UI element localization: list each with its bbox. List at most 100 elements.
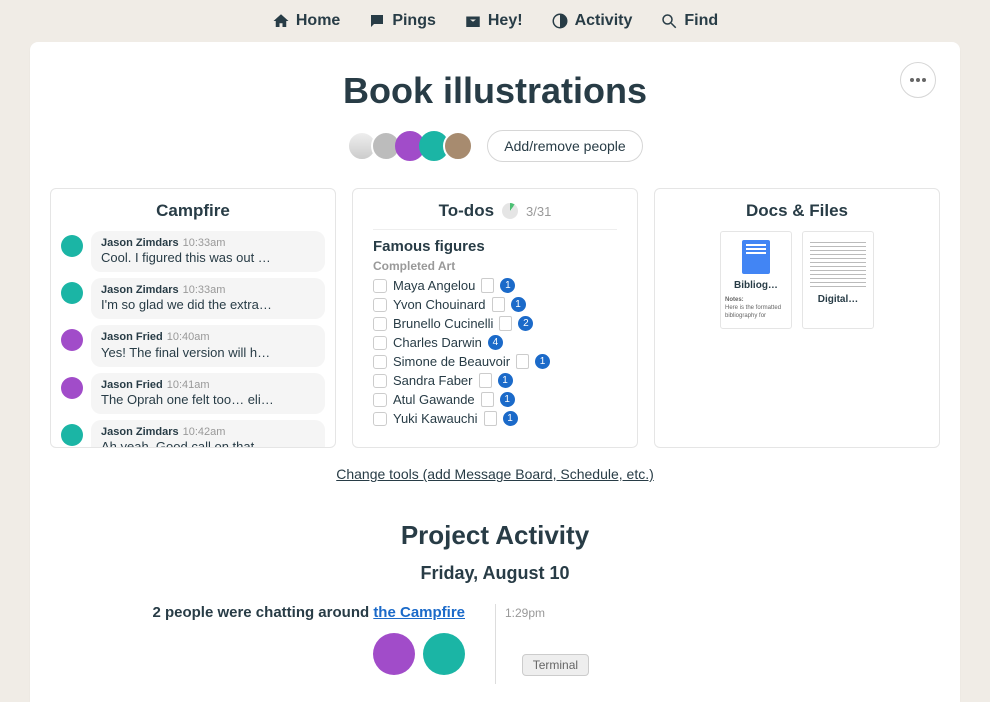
chat-time: 10:42am [183,426,226,438]
checkbox[interactable] [373,355,387,369]
comment-count-badge: 1 [500,278,515,293]
todo-item[interactable]: Charles Darwin 4 [373,333,617,352]
todos-title: To-dos [439,201,494,221]
menu-button[interactable] [900,62,936,98]
campfire-messages: Jason Zimdars10:33amCool. I figured this… [51,231,335,448]
todo-name: Yvon Chouinard [393,297,486,312]
todo-name: Sandra Faber [393,373,473,388]
ellipsis-icon [916,78,920,82]
avatar[interactable] [373,633,415,675]
doc-title: Digital… [807,294,869,305]
chat-author: Jason Fried [101,379,163,391]
doc-attachment-icon [484,411,497,426]
todo-item[interactable]: Simone de Beauvoir1 [373,352,617,371]
nav-home-label: Home [296,12,340,30]
chat-body: Jason Fried10:40amYes! The final version… [91,325,325,366]
checkbox[interactable] [373,279,387,293]
todo-list: Maya Angelou1Yvon Chouinard1Brunello Cuc… [373,276,617,428]
comment-count-badge: 2 [518,316,533,331]
todo-item[interactable]: Yuki Kawauchi1 [373,409,617,428]
top-nav: Home Pings Hey! Activity Find [0,0,990,42]
nav-find[interactable]: Find [660,12,718,30]
todo-item[interactable]: Sandra Faber1 [373,371,617,390]
activity-campfire-link[interactable]: the Campfire [373,604,465,621]
todo-item[interactable]: Maya Angelou 1 [373,276,617,295]
chat-body: Jason Zimdars10:33amI'm so glad we did t… [91,278,325,319]
todo-item[interactable]: Yvon Chouinard1 [373,295,617,314]
chat-time: 10:41am [167,379,210,391]
hey-icon [464,12,482,30]
todo-item[interactable]: Atul Gawande 1 [373,390,617,409]
progress-pie-icon [502,203,518,219]
nav-find-label: Find [684,12,718,30]
nav-home[interactable]: Home [272,12,340,30]
todos-section-title: Famous figures [373,238,617,255]
chat-message[interactable]: Jason Zimdars10:33amCool. I figured this… [51,231,335,278]
chat-author: Jason Fried [101,331,163,343]
todo-name: Brunello Cucinelli [393,316,493,331]
change-tools-row: Change tools (add Message Board, Schedul… [50,466,940,482]
todo-item[interactable]: Brunello Cucinelli 2 [373,314,617,333]
chat-time: 10:33am [183,237,226,249]
chat-text: Yes! The final version will h… [101,345,315,362]
todos-header: To-dos 3/31 [373,189,617,230]
doc-attachment-icon [481,392,494,407]
chat-message[interactable]: Jason Zimdars10:33amI'm so glad we did t… [51,278,335,325]
terminal-label: Terminal [522,654,589,676]
docs-panel[interactable]: Docs & Files Bibliog… Notes: Here is the… [654,188,940,448]
avatar[interactable] [423,633,465,675]
checkbox[interactable] [373,317,387,331]
activity-entry: 2 people were chatting around the Campfi… [50,604,940,675]
activity-avatars [50,633,465,675]
change-tools-link[interactable]: Change tools (add Message Board, Schedul… [336,466,654,482]
nav-activity-label: Activity [575,12,633,30]
doc-attachment-icon [516,354,529,369]
docs-title: Docs & Files [655,189,939,231]
activity-date: Friday, August 10 [50,563,940,584]
nav-hey-label: Hey! [488,12,523,30]
docs-list: Bibliog… Notes: Here is the formatted bi… [655,231,939,329]
chat-time: 10:33am [183,284,226,296]
chat-message[interactable]: Jason Fried10:40amYes! The final version… [51,325,335,372]
chat-text: The Oprah one felt too… eli… [101,392,315,409]
checkbox[interactable] [373,336,387,350]
doc-attachment-icon [481,278,494,293]
add-people-button[interactable]: Add/remove people [487,130,642,162]
todo-name: Maya Angelou [393,278,475,293]
checkbox[interactable] [373,412,387,426]
activity-time: 1:29pm [495,606,545,620]
project-card: Book illustrations Add/remove people Cam… [30,42,960,702]
avatar [61,282,83,304]
doc-attachment-icon [499,316,512,331]
comment-count-badge: 4 [488,335,503,350]
comment-count-badge: 1 [500,392,515,407]
chat-author: Jason Zimdars [101,426,179,438]
find-icon [660,12,678,30]
doc-card[interactable]: Digital… [802,231,874,329]
nav-hey[interactable]: Hey! [464,12,523,30]
chat-message[interactable]: Jason Zimdars 10:42amAh yeah. Good call o… [51,420,335,448]
chat-text: I'm so glad we did the extra… [101,297,315,314]
chat-text: Ah yeah. Good call on that [101,439,315,448]
checkbox[interactable] [373,298,387,312]
doc-title: Bibliog… [725,280,787,291]
pings-icon [368,12,386,30]
campfire-panel[interactable]: Campfire Jason Zimdars10:33amCool. I fig… [50,188,336,448]
doc-card[interactable]: Bibliog… Notes: Here is the formatted bi… [720,231,792,329]
todos-count: 3/31 [526,204,551,219]
project-title: Book illustrations [50,70,940,112]
activity-timeline: 2 people were chatting around the Campfi… [50,604,940,684]
nav-pings[interactable]: Pings [368,12,436,30]
avatar [61,329,83,351]
todo-name: Charles Darwin [393,335,482,350]
todo-name: Atul Gawande [393,392,475,407]
avatar[interactable] [443,131,473,161]
checkbox[interactable] [373,374,387,388]
avatar [61,235,83,257]
doc-attachment-icon [492,297,505,312]
text-doc-icon [810,242,866,288]
checkbox[interactable] [373,393,387,407]
chat-message[interactable]: Jason Fried 10:41amThe Oprah one felt too… [51,373,335,420]
nav-activity[interactable]: Activity [551,12,633,30]
todos-panel[interactable]: To-dos 3/31 Famous figures Completed Art… [352,188,638,448]
